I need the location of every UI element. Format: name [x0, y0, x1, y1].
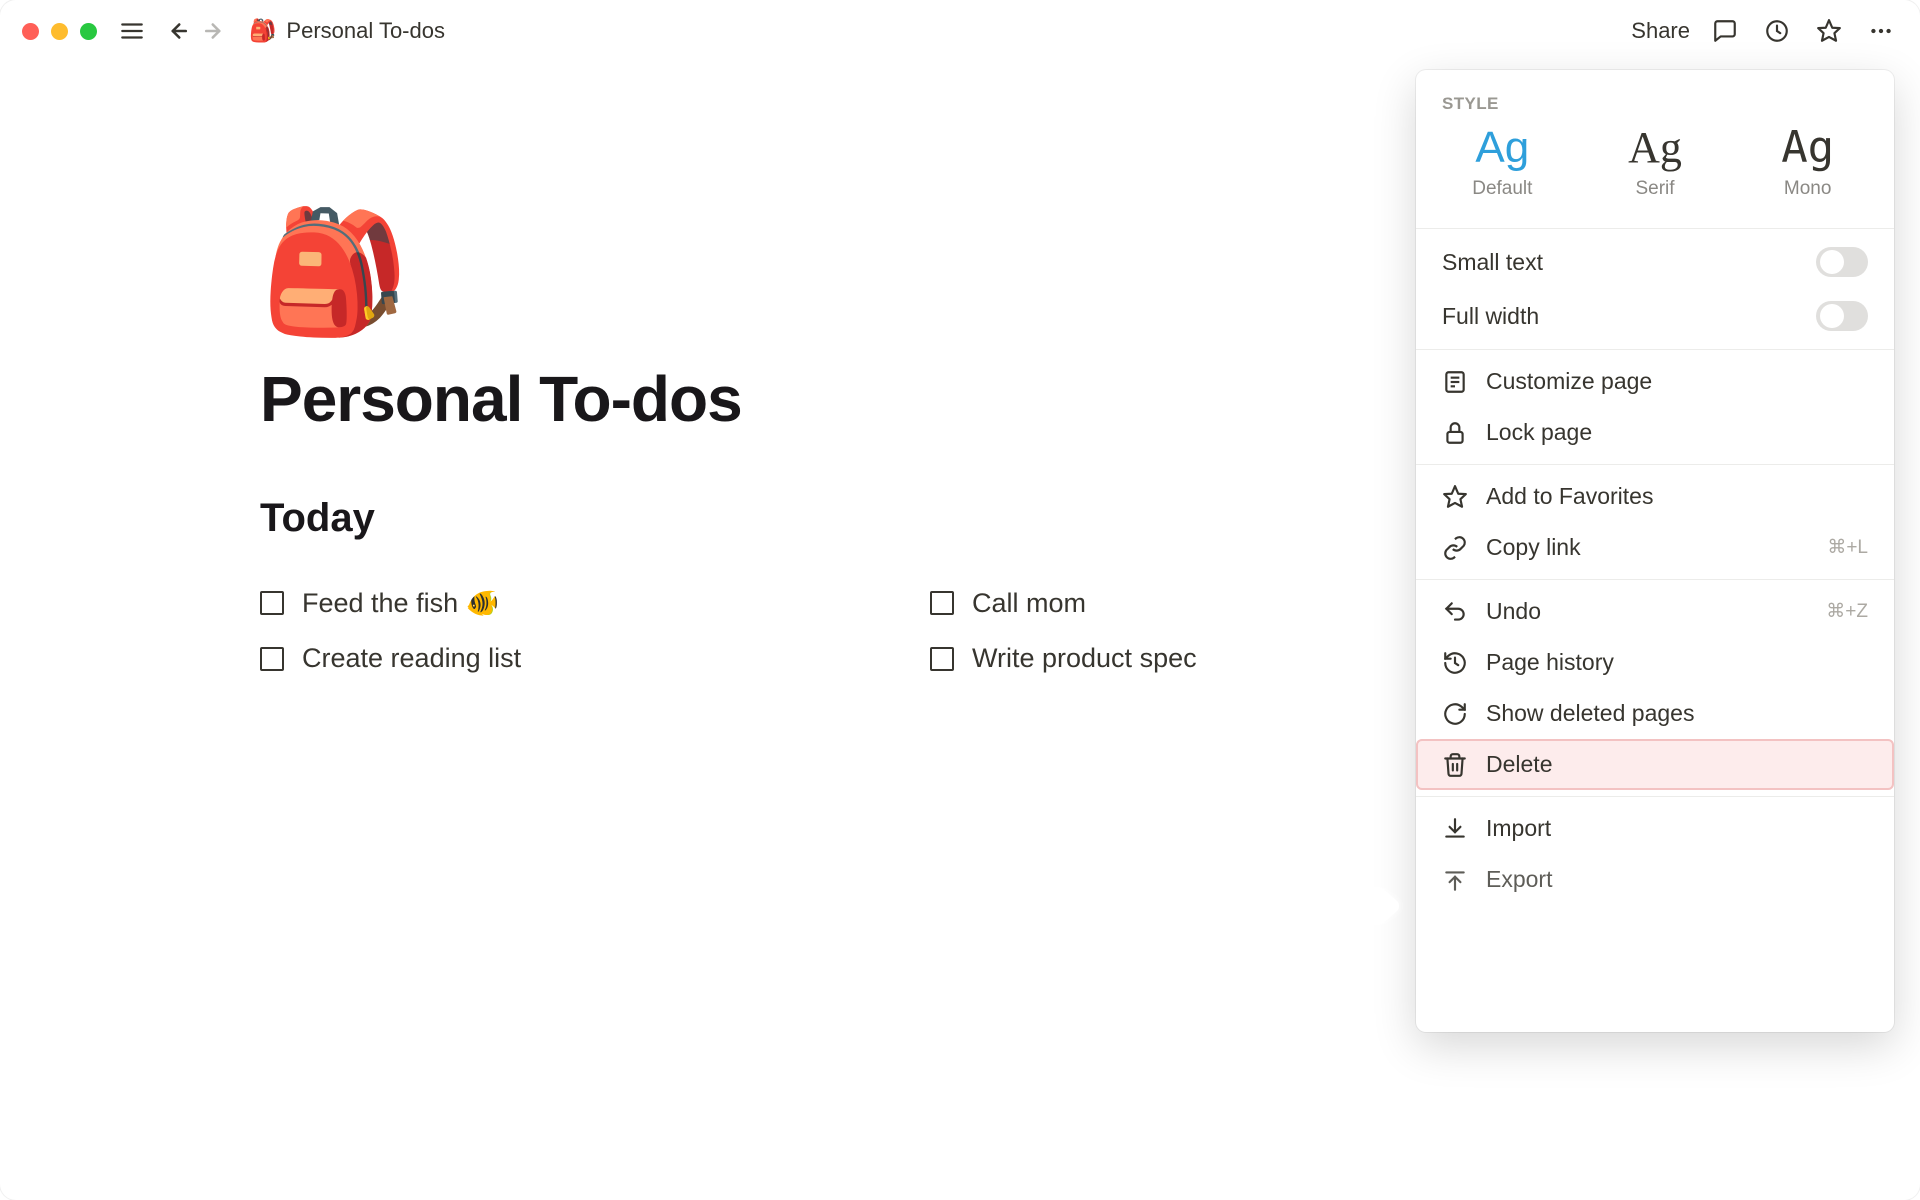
breadcrumb-icon: 🎒	[249, 18, 276, 44]
window-minimize-button[interactable]	[51, 23, 68, 40]
style-section: STYLE Ag Default Ag Serif Ag Mono	[1416, 70, 1894, 228]
updates-icon[interactable]	[1760, 14, 1794, 48]
checkbox-icon[interactable]	[930, 647, 954, 671]
todo-label: Call mom	[972, 588, 1086, 619]
toggle-label: Small text	[1442, 249, 1543, 276]
toggle-section: Small text Full width	[1416, 228, 1894, 349]
breadcrumb-title: Personal To-dos	[286, 18, 445, 44]
small-text-toggle-row[interactable]: Small text	[1416, 235, 1894, 289]
style-sample: Ag	[1579, 126, 1732, 170]
copy-link-item[interactable]: Copy link ⌘+L	[1416, 522, 1894, 573]
trash-icon	[1442, 752, 1468, 778]
style-serif[interactable]: Ag Serif	[1579, 126, 1732, 200]
style-default[interactable]: Ag Default	[1426, 126, 1579, 200]
add-favorites-item[interactable]: Add to Favorites	[1416, 471, 1894, 522]
history-section: Undo ⌘+Z Page history Show deleted pages	[1416, 579, 1894, 796]
restore-icon	[1442, 701, 1468, 727]
style-mono[interactable]: Ag Mono	[1731, 126, 1884, 200]
style-sample: Ag	[1731, 126, 1884, 170]
link-icon	[1442, 535, 1468, 561]
style-header: STYLE	[1416, 76, 1894, 126]
page-history-item[interactable]: Page history	[1416, 637, 1894, 688]
favorite-icon[interactable]	[1812, 14, 1846, 48]
show-deleted-item[interactable]: Show deleted pages	[1416, 688, 1894, 739]
more-options-icon[interactable]	[1864, 14, 1898, 48]
style-label: Serif	[1579, 178, 1732, 200]
menu-label: Undo	[1486, 598, 1541, 625]
toggle-label: Full width	[1442, 303, 1539, 330]
callout-arrow-icon	[1348, 886, 1408, 931]
checkbox-icon[interactable]	[260, 647, 284, 671]
export-item[interactable]: Export	[1416, 854, 1894, 905]
lock-icon	[1442, 420, 1468, 446]
top-bar: 🎒 Personal To-dos Share	[0, 0, 1920, 62]
comments-icon[interactable]	[1708, 14, 1742, 48]
app-window: 🎒 Personal To-dos Share 🎒 Personal To-do…	[0, 0, 1920, 1200]
todo-item[interactable]: Create reading list	[260, 643, 870, 674]
shortcut-label: ⌘+Z	[1826, 600, 1868, 623]
page-options-menu: STYLE Ag Default Ag Serif Ag Mono Small …	[1416, 70, 1894, 1032]
window-close-button[interactable]	[22, 23, 39, 40]
menu-label: Lock page	[1486, 419, 1592, 446]
link-section: Add to Favorites Copy link ⌘+L	[1416, 464, 1894, 579]
window-controls	[22, 23, 97, 40]
small-text-toggle[interactable]	[1816, 247, 1868, 277]
todo-item[interactable]: Feed the fish 🐠	[260, 587, 870, 619]
todo-label: Create reading list	[302, 643, 521, 674]
import-icon	[1442, 816, 1468, 842]
undo-item[interactable]: Undo ⌘+Z	[1416, 586, 1894, 637]
menu-label: Delete	[1486, 751, 1552, 778]
checkbox-icon[interactable]	[930, 591, 954, 615]
export-icon	[1442, 867, 1468, 893]
customize-icon	[1442, 369, 1468, 395]
menu-label: Copy link	[1486, 534, 1581, 561]
import-item[interactable]: Import	[1416, 803, 1894, 854]
style-sample: Ag	[1426, 126, 1579, 170]
share-button[interactable]: Share	[1631, 18, 1690, 44]
window-zoom-button[interactable]	[80, 23, 97, 40]
page-actions-section: Customize page Lock page	[1416, 349, 1894, 464]
history-icon	[1442, 650, 1468, 676]
style-label: Default	[1426, 178, 1579, 200]
undo-icon	[1442, 599, 1468, 625]
nav-group	[159, 14, 233, 48]
topbar-actions: Share	[1631, 14, 1898, 48]
menu-label: Customize page	[1486, 368, 1652, 395]
forward-button[interactable]	[199, 14, 233, 48]
menu-label: Import	[1486, 815, 1551, 842]
delete-item[interactable]: Delete	[1416, 739, 1894, 790]
back-button[interactable]	[159, 14, 193, 48]
full-width-toggle-row[interactable]: Full width	[1416, 289, 1894, 343]
sidebar-toggle-icon[interactable]	[115, 14, 149, 48]
lock-page-item[interactable]: Lock page	[1416, 407, 1894, 458]
shortcut-label: ⌘+L	[1827, 536, 1868, 559]
menu-label: Page history	[1486, 649, 1614, 676]
todo-list: Feed the fish 🐠 Call mom Create reading …	[260, 587, 1540, 674]
checkbox-icon[interactable]	[260, 591, 284, 615]
todo-label: Write product spec	[972, 643, 1197, 674]
menu-label: Show deleted pages	[1486, 700, 1694, 727]
full-width-toggle[interactable]	[1816, 301, 1868, 331]
menu-label: Export	[1486, 866, 1552, 893]
customize-page-item[interactable]: Customize page	[1416, 356, 1894, 407]
style-label: Mono	[1731, 178, 1884, 200]
todo-label: Feed the fish 🐠	[302, 587, 499, 619]
menu-label: Add to Favorites	[1486, 483, 1653, 510]
star-icon	[1442, 484, 1468, 510]
io-section: Import Export	[1416, 796, 1894, 911]
style-row: Ag Default Ag Serif Ag Mono	[1416, 126, 1894, 222]
breadcrumb[interactable]: 🎒 Personal To-dos	[249, 18, 445, 44]
